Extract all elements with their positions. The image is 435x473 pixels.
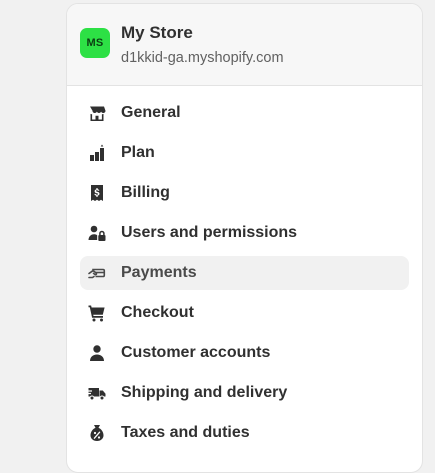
- store-domain: d1kkid-ga.myshopify.com: [121, 50, 284, 66]
- store-switcher[interactable]: MS My Store d1kkid-ga.myshopify.com: [67, 4, 422, 86]
- nav-label: Shipping and delivery: [121, 384, 288, 401]
- money-bag-percent-icon: [87, 423, 107, 443]
- receipt-dollar-icon: [87, 183, 107, 203]
- store-name: My Store: [121, 23, 193, 42]
- nav-item-customer-accounts[interactable]: Customer accounts: [80, 336, 409, 370]
- nav-label: Customer accounts: [121, 344, 271, 361]
- nav-label: Plan: [121, 144, 155, 161]
- nav-item-billing[interactable]: Billing: [80, 176, 409, 210]
- person-icon: [87, 343, 107, 363]
- nav-label: Users and permissions: [121, 224, 298, 241]
- nav-item-shipping-and-delivery[interactable]: Shipping and delivery: [80, 376, 409, 410]
- nav-item-plan[interactable]: Plan: [80, 136, 409, 170]
- truck-icon: [87, 383, 107, 403]
- nav-label: Billing: [121, 184, 170, 201]
- nav-item-payments[interactable]: Payments: [80, 256, 409, 290]
- nav-label: General: [121, 104, 181, 121]
- store-avatar: MS: [80, 28, 110, 58]
- store-icon: [87, 103, 107, 123]
- cart-icon: [87, 303, 107, 323]
- settings-panel: MS My Store d1kkid-ga.myshopify.com Gene…: [66, 3, 423, 473]
- nav-label: Payments: [121, 264, 197, 281]
- person-lock-icon: [87, 223, 107, 243]
- hand-card-icon: [87, 263, 107, 283]
- settings-nav: General Plan Billing Users and permissio…: [80, 96, 409, 456]
- nav-label: Taxes and duties: [121, 424, 250, 441]
- nav-item-general[interactable]: General: [80, 96, 409, 130]
- plan-icon: [87, 143, 107, 163]
- nav-item-checkout[interactable]: Checkout: [80, 296, 409, 330]
- nav-item-taxes-and-duties[interactable]: Taxes and duties: [80, 416, 409, 450]
- nav-item-users-and-permissions[interactable]: Users and permissions: [80, 216, 409, 250]
- nav-label: Checkout: [121, 304, 194, 321]
